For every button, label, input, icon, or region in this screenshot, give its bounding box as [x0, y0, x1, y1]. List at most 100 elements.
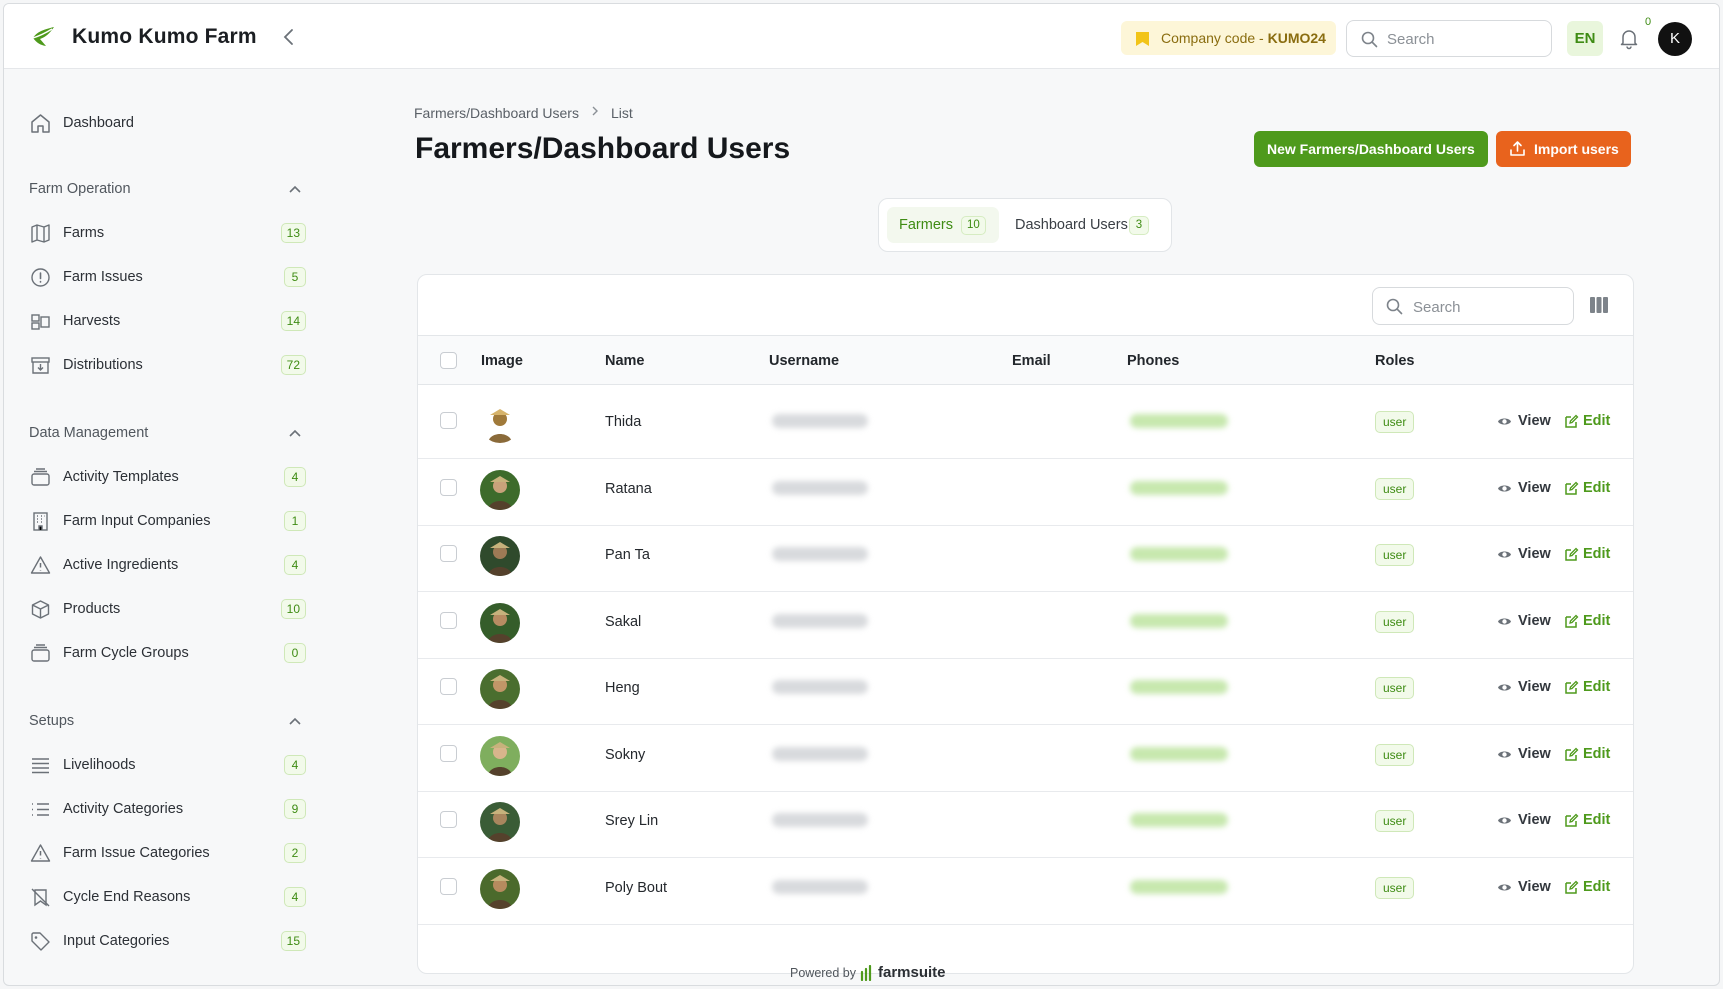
column-header: Phones — [1127, 353, 1180, 369]
sidebar-item-farms[interactable]: Farms 13 — [26, 216, 306, 250]
sidebar-item-activity-templates[interactable]: Activity Templates 4 — [26, 460, 306, 494]
edit-button[interactable]: Edit — [1564, 679, 1610, 695]
farmer-name: Sokny — [605, 746, 646, 763]
edit-button[interactable]: Edit — [1564, 413, 1610, 429]
section-data-management[interactable]: Data Management — [29, 422, 304, 444]
tab-dashboard-users[interactable]: Dashboard Users 3 — [1003, 207, 1163, 243]
column-header: Roles — [1375, 353, 1415, 369]
view-button[interactable]: View — [1497, 480, 1551, 496]
count-badge: 9 — [284, 799, 306, 819]
view-button[interactable]: View — [1497, 679, 1551, 695]
edit-button[interactable]: Edit — [1564, 480, 1610, 496]
role-badge: user — [1375, 677, 1415, 699]
column-header: Image — [481, 353, 523, 369]
breadcrumb-parent[interactable]: Farmers/Dashboard Users — [414, 105, 579, 121]
table-row: Sakal user View Edit — [418, 586, 1633, 659]
global-search-input[interactable] — [1387, 29, 1537, 49]
columns-toggle-icon[interactable] — [1589, 296, 1609, 314]
section-title: Data Management — [29, 425, 149, 441]
row-checkbox[interactable] — [440, 545, 457, 562]
search-icon — [1386, 298, 1403, 315]
table-search[interactable] — [1372, 287, 1574, 325]
column-header: Name — [605, 353, 645, 369]
farmer-name: Srey Lin — [605, 813, 659, 829]
view-button[interactable]: View — [1497, 812, 1551, 828]
sidebar-item-farm-issue-categories[interactable]: Farm Issue Categories 2 — [26, 836, 306, 870]
import-users-button[interactable]: Import users — [1496, 131, 1631, 167]
sidebar-item-farm-issues[interactable]: Farm Issues 5 — [26, 260, 306, 294]
farmer-photo-icon — [480, 536, 520, 576]
breadcrumb: Farmers/Dashboard Users List — [414, 104, 633, 121]
sidebar-item-input-categories[interactable]: Input Categories 15 — [26, 924, 306, 958]
row-checkbox[interactable] — [440, 811, 457, 828]
sidebar-item-farm-input-companies[interactable]: Farm Input Companies 1 — [26, 504, 306, 538]
bell-icon[interactable] — [1617, 26, 1641, 50]
edit-button[interactable]: Edit — [1564, 613, 1610, 629]
sidebar-item-label: Farm Cycle Groups — [63, 645, 189, 661]
tab-farmers[interactable]: Farmers 10 — [887, 207, 999, 243]
role-badge: user — [1375, 544, 1415, 566]
username-redacted — [772, 613, 868, 628]
cube-icon — [31, 600, 50, 619]
select-all-checkbox[interactable] — [440, 352, 457, 369]
sidebar-item-distributions[interactable]: Distributions 72 — [26, 348, 306, 382]
count-badge: 72 — [280, 355, 306, 375]
row-checkbox[interactable] — [440, 478, 457, 496]
view-button[interactable]: View — [1497, 613, 1551, 629]
count-badge: 13 — [280, 223, 306, 243]
username-redacted — [772, 746, 868, 761]
new-user-button[interactable]: New Farmers/Dashboard Users — [1254, 131, 1488, 167]
table-header: Image Name Username Email Phones Roles — [418, 335, 1633, 385]
sidebar-item-cycle-end-reasons[interactable]: Cycle End Reasons 4 — [26, 880, 306, 914]
user-avatar[interactable]: K — [1658, 22, 1692, 56]
edit-icon — [1565, 547, 1579, 561]
stack-icon — [31, 644, 50, 662]
sidebar-item-label: Dashboard — [63, 115, 134, 131]
edit-label: Edit — [1583, 745, 1611, 762]
collapse-sidebar-icon[interactable] — [278, 26, 300, 48]
sidebar-item-dashboard[interactable]: Dashboard — [26, 106, 306, 140]
role-badge: user — [1375, 810, 1415, 832]
view-label: View — [1518, 745, 1551, 762]
eye-icon — [1498, 551, 1511, 558]
notification-count: 0 — [1645, 16, 1652, 28]
view-button[interactable]: View — [1497, 413, 1551, 429]
view-label: View — [1518, 546, 1551, 562]
view-button[interactable]: View — [1497, 746, 1551, 762]
sidebar-item-activity-categories[interactable]: Activity Categories 9 — [26, 792, 306, 826]
sidebar-item-harvests[interactable]: Harvests 14 — [26, 304, 306, 338]
chevron-up-icon — [289, 429, 301, 437]
no-bookmark-icon — [31, 888, 50, 907]
sidebar-item-label: Activity Categories — [63, 801, 184, 817]
section-setups[interactable]: Setups — [29, 710, 304, 732]
eye-icon — [1498, 884, 1511, 890]
edit-button[interactable]: Edit — [1564, 812, 1610, 828]
sidebar-item-active-ingredients[interactable]: Active Ingredients 4 — [26, 548, 306, 582]
row-checkbox[interactable] — [440, 412, 457, 429]
sidebar-item-farm-cycle-groups[interactable]: Farm Cycle Groups 0 — [26, 636, 306, 670]
count-badge: 10 — [280, 599, 306, 619]
section-farm-operation[interactable]: Farm Operation — [29, 178, 304, 200]
phone-redacted — [1130, 813, 1228, 827]
powered-by-label: Powered by — [790, 966, 857, 980]
row-checkbox[interactable] — [440, 678, 457, 695]
edit-button[interactable]: Edit — [1564, 879, 1610, 895]
row-checkbox[interactable] — [440, 877, 457, 895]
sidebar-item-livelihoods[interactable]: Livelihoods 4 — [26, 748, 306, 782]
table-search-input[interactable] — [1413, 297, 1563, 317]
count-badge: 2 — [284, 843, 306, 863]
edit-button[interactable]: Edit — [1564, 746, 1610, 762]
view-button[interactable]: View — [1497, 546, 1551, 562]
row-checkbox[interactable] — [440, 611, 457, 629]
language-switcher[interactable]: EN — [1567, 21, 1603, 56]
row-checkbox[interactable] — [440, 744, 457, 762]
stack-icon — [31, 468, 50, 486]
top-bar: Kumo Kumo Farm Company code - KUMO24 EN … — [4, 4, 1719, 69]
edit-button[interactable]: Edit — [1564, 546, 1610, 562]
view-button[interactable]: View — [1497, 879, 1551, 895]
home-icon — [31, 114, 50, 133]
global-search[interactable] — [1346, 20, 1552, 57]
view-label: View — [1518, 812, 1551, 828]
sidebar-item-products[interactable]: Products 10 — [26, 592, 306, 626]
column-header: Username — [769, 353, 840, 369]
